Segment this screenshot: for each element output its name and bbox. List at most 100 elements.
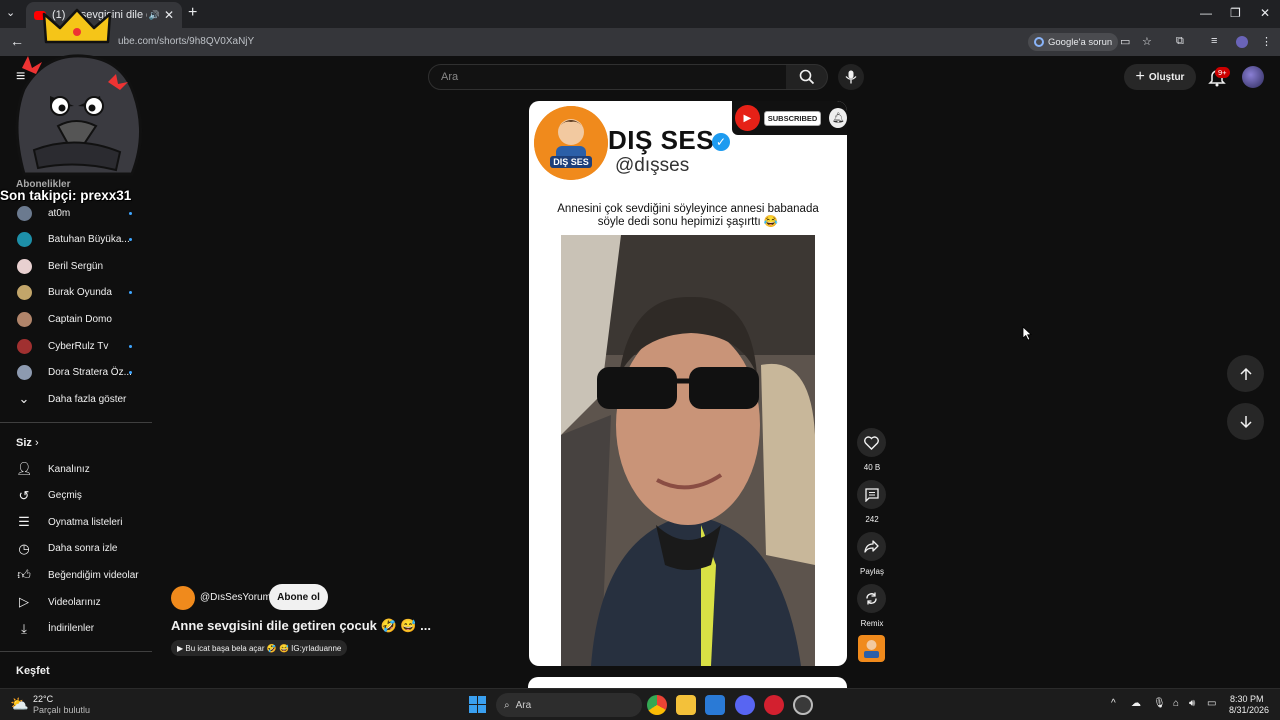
windows-taskbar: ⛅ 22°C Parçalı bulutlu ⌕ Ara ^ ☁ 🎙︎ ⌂ 🔊︎… (0, 688, 1280, 720)
sidebar-item-history[interactable]: ↺ Geçmiş (0, 483, 152, 509)
sidebar-item-label: Beğendiğim videolar (48, 569, 139, 581)
minimize-icon[interactable]: — (1200, 6, 1212, 20)
bookmark-star-icon[interactable]: ☆ (1142, 35, 1152, 48)
remix-label: Remix (860, 619, 884, 628)
sidebar-item-your-channel[interactable]: 👤︎ Kanalınız (0, 456, 152, 482)
search-icon: ⌕ (504, 699, 510, 711)
subscription-item[interactable]: Burak Oyunda (0, 280, 152, 306)
extensions-icon[interactable]: ⧉ (1176, 35, 1184, 48)
weather-desc[interactable]: Parçalı bulutlu (33, 705, 90, 715)
shorts-video-player[interactable]: DIŞ SES DIŞ SES ✓ @dışses ▶ SUBSCRIBED 🔔… (529, 101, 847, 666)
subscription-item[interactable]: Dora Stratera Öz... (0, 360, 152, 386)
google-ask-label: Google'a sorun (1048, 36, 1113, 48)
taskbar-search[interactable]: ⌕ Ara (496, 693, 642, 717)
watch-later-icon: ◷ (18, 540, 30, 556)
restore-icon[interactable]: ❐ (1230, 6, 1241, 20)
microphone-tray-icon[interactable]: 🎙︎ (1153, 698, 1166, 709)
share-button[interactable] (857, 532, 886, 561)
close-window-icon[interactable]: ✕ (1260, 6, 1270, 20)
steam-icon[interactable] (793, 695, 813, 715)
plus-icon: + (1135, 68, 1145, 85)
tray-chevron-up-icon[interactable]: ^ (1111, 698, 1116, 709)
heart-icon (864, 435, 879, 450)
media-control-icon[interactable]: ≡ (1211, 35, 1217, 47)
subscription-item[interactable]: Beril Sergün (0, 253, 152, 279)
comments-button[interactable] (857, 480, 886, 509)
tab-close-icon[interactable]: ✕ (164, 8, 174, 22)
youtube-play-icon: ▶ (735, 105, 760, 131)
battery-icon[interactable]: ▭ (1207, 698, 1216, 709)
you-heading[interactable]: Siz › (16, 437, 39, 449)
sidebar-item-playlists[interactable]: ☰ Oynatma listeleri (0, 509, 152, 535)
explore-heading: Keşfet (16, 665, 50, 677)
search-button[interactable] (786, 64, 828, 90)
network-icon[interactable]: ⌂ (1173, 698, 1179, 709)
discord-icon[interactable] (735, 695, 755, 715)
sidebar-item-watch-later[interactable]: ◷ Daha sonra izle (0, 536, 152, 562)
liked-videos-icon: 👍︎ (17, 567, 31, 583)
arrow-down-icon (1239, 415, 1252, 428)
remix-button[interactable] (857, 584, 886, 613)
previous-short-button[interactable] (1227, 355, 1264, 392)
subscription-item[interactable]: Batuhan Büyüka... (0, 227, 152, 253)
new-content-dot (129, 211, 132, 215)
uploader-avatar[interactable] (171, 586, 195, 610)
subscription-item[interactable]: CyberRulz Tv (0, 333, 152, 359)
opera-gx-icon[interactable] (764, 695, 784, 715)
uploader-handle[interactable]: @DısSesYorum (200, 592, 271, 603)
channel-title-graphic: DIŞ SES (608, 125, 715, 155)
cast-icon[interactable]: ▭ (1120, 35, 1130, 48)
new-content-dot (129, 238, 132, 242)
menu-kebab-icon[interactable]: ⋮ (1261, 35, 1272, 48)
channel-avatar (17, 205, 32, 221)
sidebar-divider (0, 651, 152, 652)
volume-icon[interactable]: 🔊︎ (1189, 698, 1195, 709)
show-more-label: Daha fazla göster (48, 393, 127, 405)
google-ask-button[interactable]: Google'a sorun (1028, 33, 1119, 51)
sidebar-divider (0, 422, 152, 423)
subscription-label: Batuhan Büyüka... (48, 234, 130, 246)
like-button[interactable] (857, 428, 886, 457)
file-explorer-icon[interactable] (676, 695, 696, 715)
onedrive-cloud-icon[interactable]: ☁ (1131, 698, 1141, 709)
you-heading-label: Siz (16, 437, 32, 449)
photos-app-icon[interactable] (705, 695, 725, 715)
clock-time[interactable]: 8:30 PM (1230, 694, 1264, 704)
account-avatar[interactable] (1242, 66, 1264, 88)
profile-avatar[interactable] (1236, 36, 1248, 48)
subscribe-button[interactable]: Abone ol (269, 584, 328, 610)
downloads-icon: ⤓ (21, 620, 27, 636)
weather-temp[interactable]: 22°C (33, 694, 53, 704)
subscription-item[interactable]: Captain Domo (0, 306, 152, 332)
share-label: Paylaş (859, 567, 884, 576)
sidebar-item-label: Geçmiş (48, 490, 82, 502)
video-title[interactable]: Anne sevgisini dile getiren çocuk 🤣 😅 ..… (171, 618, 431, 634)
subscription-label: Burak Oyunda (48, 287, 112, 299)
music-chip[interactable]: ▶ Bu icat başa bela açar 🤣 😅 IG:yrladuan… (171, 640, 348, 656)
subscription-label: CyberRulz Tv (48, 340, 109, 352)
search-input[interactable]: Ara (428, 64, 787, 90)
sidebar-item-downloads[interactable]: ⤓ İndirilenler (0, 616, 152, 642)
sound-thumbnail[interactable] (858, 635, 885, 662)
subscription-label: at0m (48, 207, 71, 219)
chrome-taskbar-icon[interactable] (647, 695, 667, 715)
windows-start-icon[interactable] (469, 696, 486, 713)
channel-avatar (17, 258, 32, 274)
sidebar-item-label: Oynatma listeleri (48, 516, 123, 528)
clock-date[interactable]: 8/31/2026 (1229, 705, 1269, 715)
voice-search-button[interactable] (838, 64, 864, 90)
create-button[interactable]: + Oluştur (1124, 64, 1196, 90)
next-short-button[interactable] (1227, 403, 1264, 440)
subscription-item[interactable]: at0m (0, 200, 152, 226)
channel-handle-graphic: @dışses (615, 155, 690, 176)
sidebar-item-label: Videolarınız (48, 596, 101, 608)
streamer-overlay: Son takipçi: prexx31 (0, 8, 152, 203)
sidebar-item-your-videos[interactable]: ▷ Videolarınız (0, 589, 152, 615)
new-tab-button[interactable]: + (188, 4, 197, 22)
weather-cloud-icon[interactable]: ⛅ (10, 695, 29, 713)
sidebar-item-liked-videos[interactable]: 👍︎ Beğendiğim videolar (0, 562, 152, 588)
mouse-cursor-icon (1022, 326, 1032, 341)
arrow-up-icon (1239, 367, 1252, 380)
create-label: Oluştur (1148, 71, 1185, 83)
show-more-button[interactable]: ⌄ Daha fazla göster (0, 386, 152, 412)
